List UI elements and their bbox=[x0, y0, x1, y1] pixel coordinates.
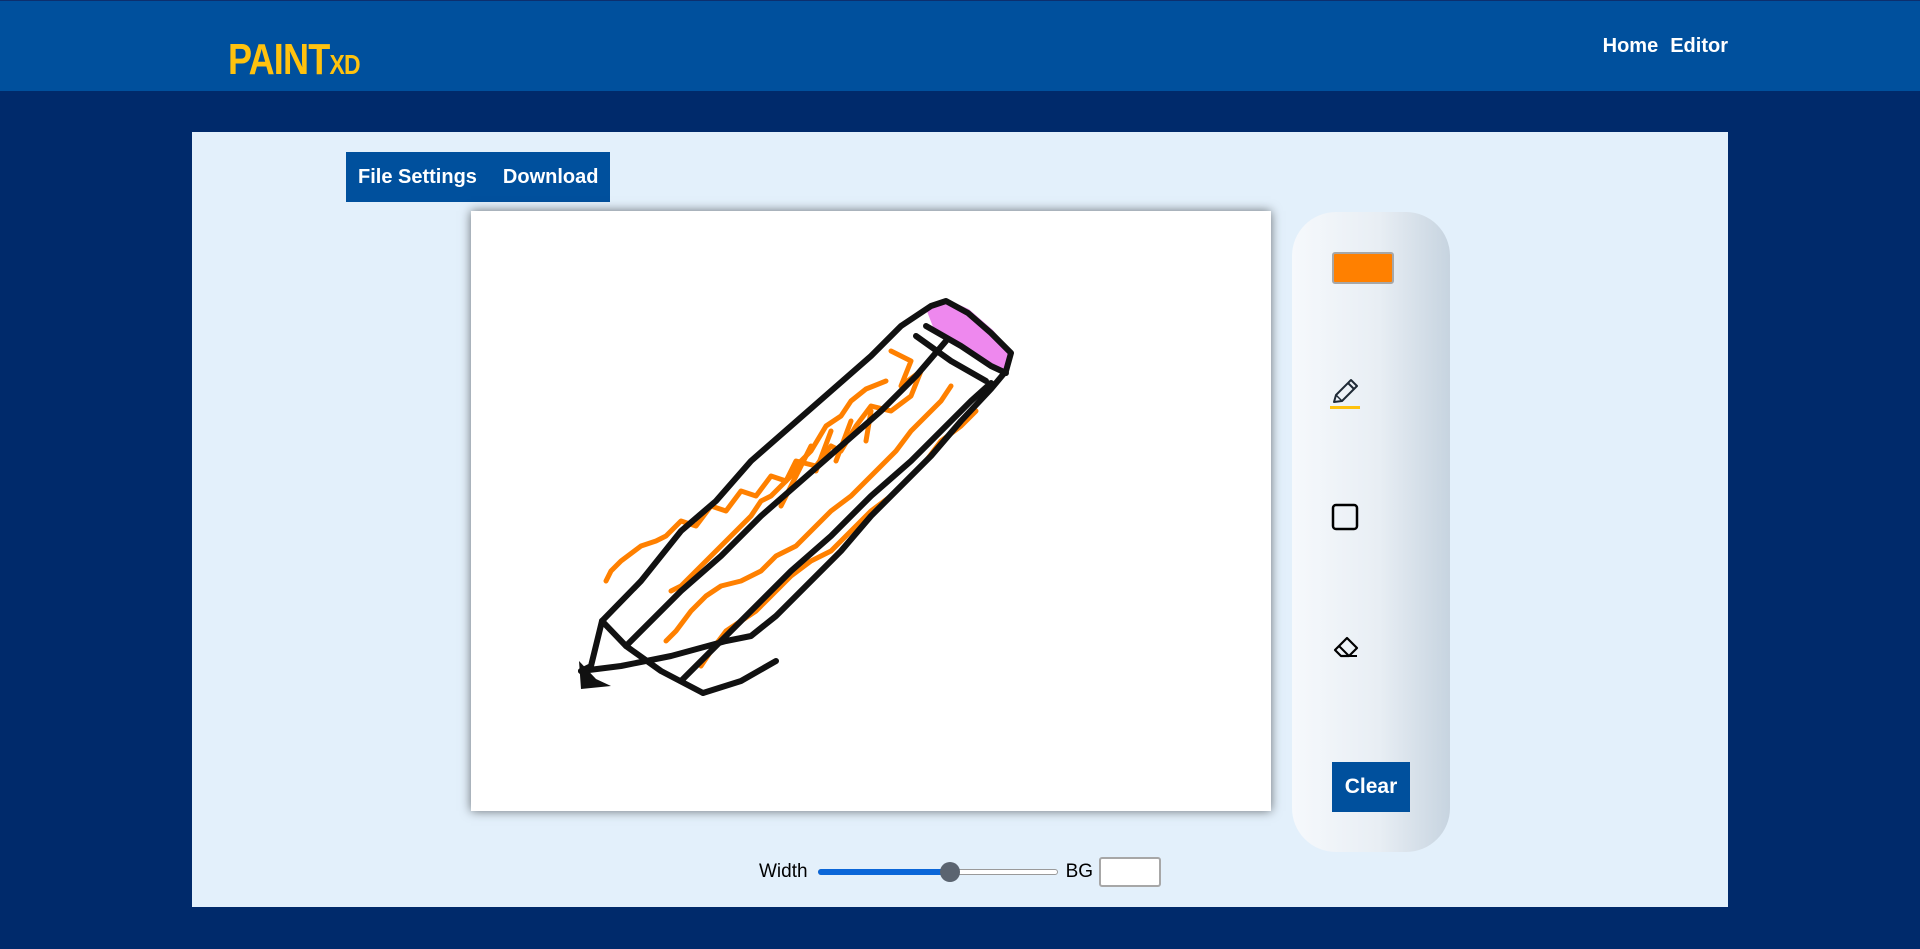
nav-editor-link[interactable]: Editor bbox=[1670, 35, 1728, 58]
tool-sidebar: Clear bbox=[1292, 212, 1450, 852]
app-logo[interactable]: PAINTXD bbox=[228, 35, 361, 85]
active-tool-indicator bbox=[1330, 406, 1360, 409]
main-nav: Home Editor bbox=[1603, 35, 1728, 58]
canvas-drawing bbox=[578, 298, 1014, 696]
bg-label: BG bbox=[1065, 861, 1094, 882]
color-picker-swatch[interactable] bbox=[1332, 252, 1394, 284]
editor-menu-bar: File Settings Download bbox=[346, 152, 611, 202]
background-color-swatch[interactable] bbox=[1099, 857, 1162, 887]
canvas-controls: Width BG bbox=[759, 852, 1162, 892]
slider-thumb[interactable] bbox=[939, 862, 960, 882]
editor-panel: File Settings Download Clear Width BG bbox=[192, 132, 1728, 907]
top-navbar: PAINTXD Home Editor bbox=[0, 0, 1920, 91]
width-label: Width bbox=[759, 861, 808, 882]
nav-home-link[interactable]: Home bbox=[1603, 35, 1659, 58]
width-slider[interactable] bbox=[817, 862, 1058, 882]
slider-fill bbox=[817, 869, 950, 875]
drawing-canvas[interactable] bbox=[471, 211, 1271, 811]
pencil-icon bbox=[1333, 379, 1358, 403]
rectangle-icon bbox=[1331, 503, 1359, 531]
eraser-icon bbox=[1333, 636, 1359, 658]
file-settings-button[interactable]: File Settings bbox=[358, 166, 477, 189]
pencil-tool-button[interactable] bbox=[1330, 375, 1364, 409]
rectangle-tool-button[interactable] bbox=[1330, 502, 1364, 536]
eraser-tool-button[interactable] bbox=[1330, 630, 1364, 664]
clear-button[interactable]: Clear bbox=[1332, 762, 1410, 812]
download-button[interactable]: Download bbox=[503, 166, 599, 189]
